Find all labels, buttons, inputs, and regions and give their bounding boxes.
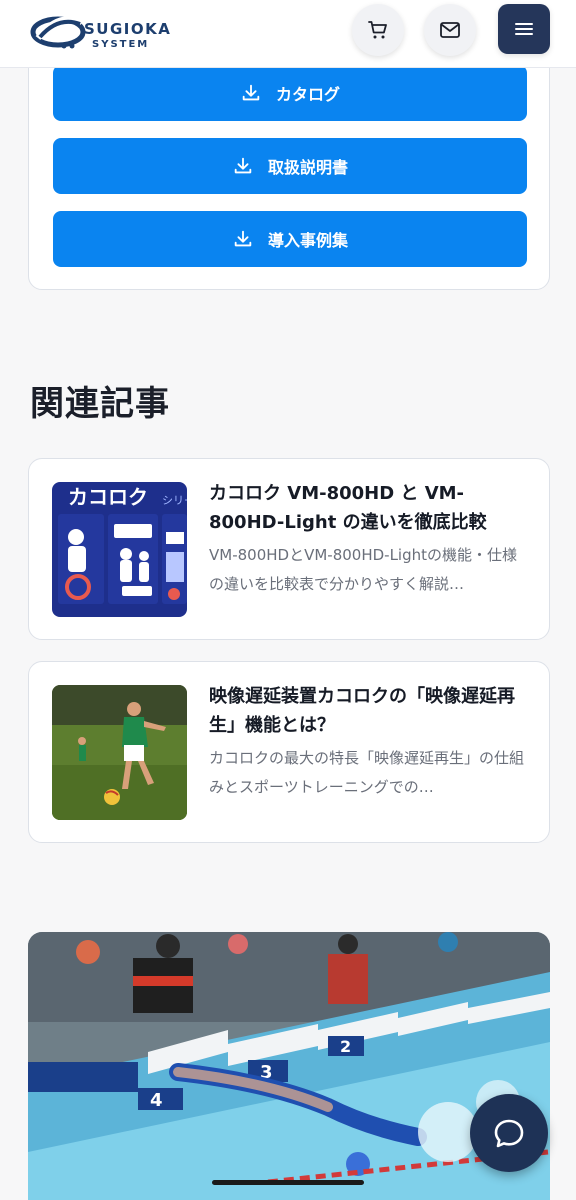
download-icon <box>242 84 260 101</box>
contact-mail-button[interactable] <box>424 4 476 56</box>
related-article-card[interactable]: 映像遅延装置カコロクの「映像遅延再生」機能とは？ カコロクの最大の特長「映像遅延… <box>28 661 550 843</box>
article-thumbnail[interactable] <box>52 685 187 820</box>
article-excerpt: カコロクの最大の特長「映像遅延再生」の仕組みとスポーツトレーニングでの… <box>209 749 525 796</box>
thumb-subtitle: シリー <box>162 494 187 507</box>
case-studies-download-label: 導入事例集 <box>267 231 348 250</box>
mail-icon <box>440 22 460 38</box>
soccer-kid-photo <box>52 685 187 820</box>
menu-button[interactable] <box>498 4 550 54</box>
logo-name: SUGIOKA <box>84 20 172 38</box>
thumb-title: カコロク <box>68 485 148 509</box>
case-studies-download-button[interactable]: 導入事例集 <box>53 211 527 267</box>
logo-mark-icon <box>30 16 86 49</box>
chat-button[interactable] <box>470 1094 548 1172</box>
manual-download-button[interactable]: 取扱説明書 <box>53 138 527 194</box>
download-icon <box>234 230 252 247</box>
menu-icon <box>515 23 533 35</box>
kakoroku-series-thumbnail-image: カコロク シリー <box>52 482 187 617</box>
lane-number: 2 <box>340 1037 351 1056</box>
download-card: カタログ 取扱説明書 導入事例集 <box>28 40 550 290</box>
related-article-card[interactable]: カコロク シリー カコロク VM-800HD と VM-800HD-Light … <box>28 458 550 640</box>
cart-button[interactable] <box>352 4 404 56</box>
manual-download-label: 取扱説明書 <box>267 158 348 177</box>
home-indicator <box>212 1180 364 1185</box>
article-excerpt: VM-800HDとVM-800HD-Lightの機能・仕様の違いを比較表で分かり… <box>209 546 517 593</box>
cart-icon <box>368 21 387 39</box>
logo-subname: SYSTEM <box>92 39 150 50</box>
article-title[interactable]: 映像遅延装置カコロクの「映像遅延再生」機能とは？ <box>209 682 529 740</box>
lane-number: 4 <box>150 1090 163 1111</box>
swimming-hero-image: 4 3 2 <box>28 932 550 1200</box>
article-thumbnail[interactable]: カコロク シリー <box>52 482 187 617</box>
related-articles-heading: 関連記事 <box>30 384 170 424</box>
catalog-download-button[interactable]: カタログ <box>53 65 527 121</box>
chat-bubble-icon <box>494 1119 524 1148</box>
site-header: SUGIOKA SYSTEM <box>0 0 576 68</box>
download-icon <box>234 157 252 174</box>
sugioka-logo[interactable]: SUGIOKA SYSTEM <box>30 8 180 52</box>
catalog-download-label: カタログ <box>275 85 340 104</box>
article-title[interactable]: カコロク VM-800HD と VM-800HD-Light の違いを徹底比較 <box>209 479 529 537</box>
swimming-pool-photo: 4 3 2 <box>28 932 550 1200</box>
